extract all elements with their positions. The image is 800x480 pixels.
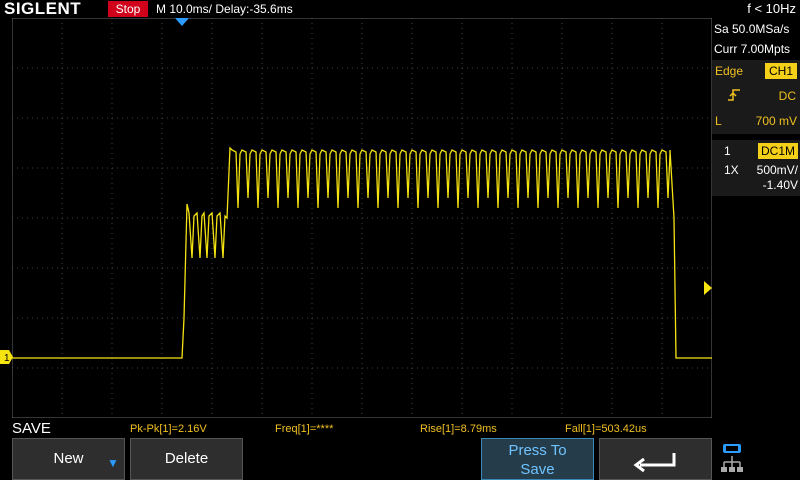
svg-text:1: 1 (4, 353, 10, 364)
waveform-display (12, 18, 712, 418)
timebase-readout: M 10.0ms/ Delay:-35.6ms (156, 2, 293, 16)
delete-button[interactable]: Delete (130, 438, 243, 480)
chevron-down-icon: ▼ (107, 456, 119, 470)
run-status-badge[interactable]: Stop (108, 1, 148, 17)
measurement-pkpk: Pk-Pk[1]=2.16V (130, 423, 207, 435)
channel-number: 1 (724, 144, 731, 158)
channel-probe: 1X (724, 163, 739, 177)
trigger-coupling: DC (778, 89, 796, 103)
channel-offset: -1.40V (762, 178, 798, 192)
return-arrow-icon (633, 453, 675, 473)
press-to-save-line2: Save (520, 461, 555, 478)
trigger-frequency: f < 10Hz (747, 1, 796, 16)
channel-scale: 500mV/ (756, 163, 798, 177)
sample-rate: Sa 50.0MSa/s (714, 22, 790, 36)
press-to-save-line1: Press To (508, 442, 567, 459)
press-to-save-button[interactable]: Press To Save (481, 438, 594, 480)
measurement-fall: Fall[1]=503.42us (565, 423, 647, 435)
trigger-level-label: L (715, 114, 722, 128)
brand-logo: SIGLENT (4, 0, 82, 18)
measurement-freq: Freq[1]=**** (275, 423, 334, 435)
rising-edge-icon (728, 89, 740, 101)
menu-title: SAVE (12, 420, 51, 437)
measurement-rise: Rise[1]=8.79ms (420, 423, 497, 435)
memory-depth: Curr 7.00Mpts (714, 42, 791, 56)
back-button[interactable] (599, 438, 712, 480)
network-icon (721, 444, 743, 472)
trigger-level: 700 mV (755, 114, 797, 128)
channel-1-ground-marker[interactable]: 1 (0, 350, 14, 364)
trigger-type-label: Edge (715, 64, 744, 78)
channel-coupling-badge: DC1M (758, 143, 798, 159)
trigger-source-badge: CH1 (765, 63, 797, 79)
